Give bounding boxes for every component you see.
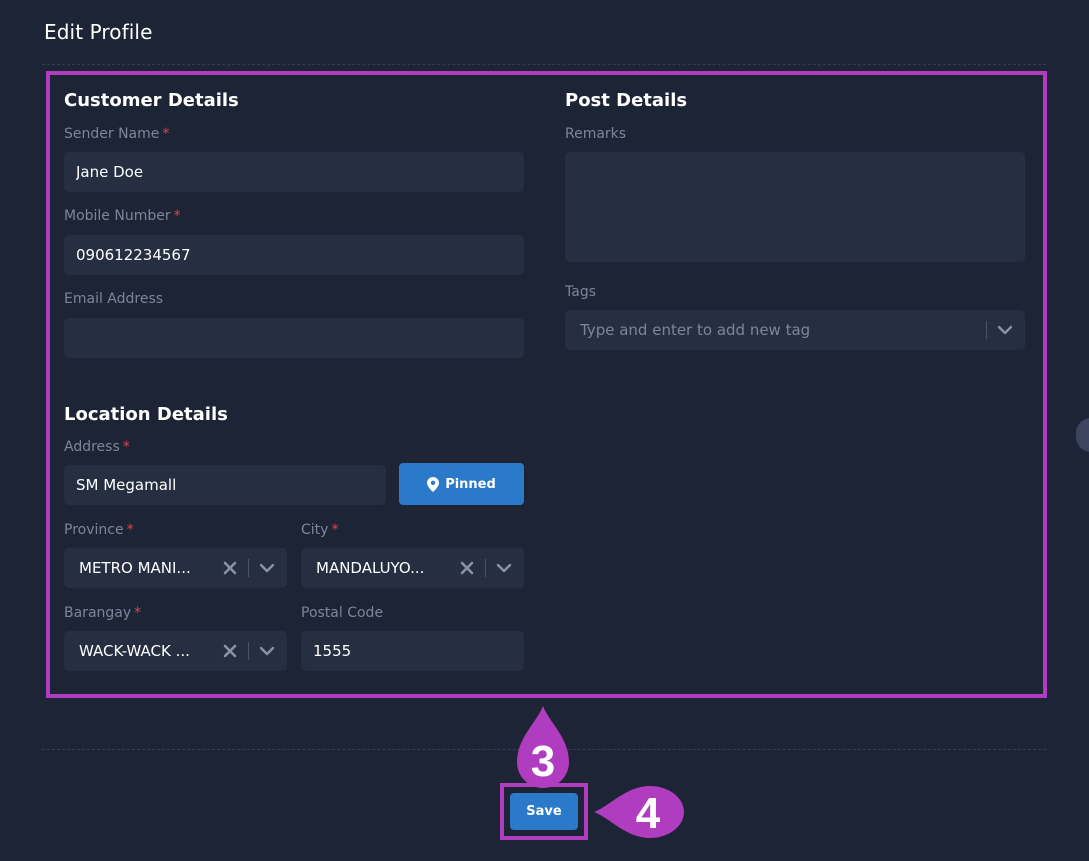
select-separator [248, 642, 249, 660]
sender-name-value: Jane Doe [76, 163, 144, 181]
mobile-number-label: Mobile Number * [64, 208, 181, 224]
close-icon[interactable] [457, 558, 477, 578]
email-address-label: Email Address [64, 291, 164, 307]
tags-input[interactable]: Type and enter to add new tag [565, 310, 1025, 350]
save-button[interactable]: Save [510, 793, 578, 830]
close-icon[interactable] [220, 641, 240, 661]
required-marker: * [162, 126, 170, 142]
province-label: Province * [64, 522, 134, 538]
top-divider [42, 64, 1046, 65]
page-title: Edit Profile [44, 20, 153, 44]
barangay-select[interactable]: WACK-WACK ... [64, 631, 287, 671]
province-select[interactable]: METRO MANI... [64, 548, 287, 588]
city-select[interactable]: MANDALUYO... [301, 548, 524, 588]
step-3-number: 3 [530, 737, 556, 786]
address-value: SM Megamall [76, 476, 177, 494]
sender-name-label: Sender Name * [64, 126, 170, 142]
chevron-down-icon[interactable] [993, 320, 1017, 340]
email-address-field[interactable] [64, 318, 524, 358]
scroll-handle[interactable] [1076, 418, 1089, 452]
customer-details-title: Customer Details [64, 90, 239, 111]
postal-code-field[interactable]: 1555 [301, 631, 524, 671]
tags-label: Tags [565, 284, 596, 300]
post-details-title: Post Details [565, 90, 688, 111]
select-separator [485, 559, 486, 577]
mobile-number-value: 090612234567 [76, 246, 191, 264]
select-separator [986, 321, 987, 339]
required-marker: * [122, 439, 130, 455]
pinned-button[interactable]: Pinned [399, 463, 524, 505]
barangay-value: WACK-WACK ... [79, 642, 190, 660]
address-label: Address * [64, 439, 130, 455]
chevron-down-icon[interactable] [255, 558, 279, 578]
barangay-label: Barangay * [64, 605, 142, 621]
pinned-label: Pinned [445, 476, 496, 492]
required-marker: * [126, 522, 134, 538]
map-pin-icon [427, 476, 440, 492]
province-value: METRO MANI... [79, 559, 191, 577]
step-4-number: 4 [635, 789, 661, 838]
chevron-down-icon[interactable] [255, 641, 279, 661]
sender-name-field[interactable]: Jane Doe [64, 152, 524, 192]
required-marker: * [173, 208, 181, 224]
remarks-textarea[interactable] [565, 152, 1025, 262]
address-field[interactable]: SM Megamall [64, 465, 386, 505]
required-marker: * [331, 522, 339, 538]
remarks-label: Remarks [565, 126, 627, 142]
tags-placeholder: Type and enter to add new tag [580, 321, 811, 339]
location-details-title: Location Details [64, 404, 228, 425]
chevron-down-icon[interactable] [492, 558, 516, 578]
close-icon[interactable] [220, 558, 240, 578]
city-label: City * [301, 522, 339, 538]
postal-code-value: 1555 [313, 642, 352, 660]
city-value: MANDALUYO... [316, 559, 425, 577]
required-marker: * [134, 605, 142, 621]
mobile-number-field[interactable]: 090612234567 [64, 235, 524, 275]
select-separator [248, 559, 249, 577]
postal-code-label: Postal Code [301, 605, 384, 621]
